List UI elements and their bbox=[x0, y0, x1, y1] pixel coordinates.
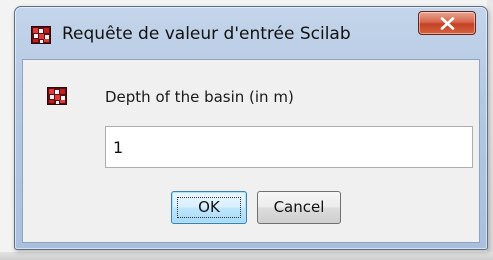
prompt-label: Depth of the basin (in m) bbox=[105, 88, 294, 106]
screenshot-canvas: Requête de valeur d'entrée Scilab Depth … bbox=[0, 0, 493, 260]
title-bar[interactable]: Requête de valeur d'entrée Scilab bbox=[15, 7, 487, 59]
input-dialog-window: Requête de valeur d'entrée Scilab Depth … bbox=[14, 6, 488, 250]
value-input[interactable] bbox=[105, 126, 473, 168]
dialog-body: Depth of the basin (in m) OK Cancel bbox=[22, 59, 480, 243]
close-button[interactable] bbox=[418, 11, 476, 35]
scilab-icon bbox=[31, 26, 51, 44]
cancel-button[interactable]: Cancel bbox=[257, 191, 341, 224]
cancel-button-label: Cancel bbox=[273, 198, 325, 216]
ok-button[interactable]: OK bbox=[171, 191, 247, 224]
ok-button-label: OK bbox=[198, 198, 220, 216]
close-icon bbox=[440, 17, 455, 30]
scilab-icon bbox=[47, 87, 67, 105]
background-edge-bottom bbox=[0, 252, 493, 260]
window-title: Requête de valeur d'entrée Scilab bbox=[62, 24, 351, 44]
